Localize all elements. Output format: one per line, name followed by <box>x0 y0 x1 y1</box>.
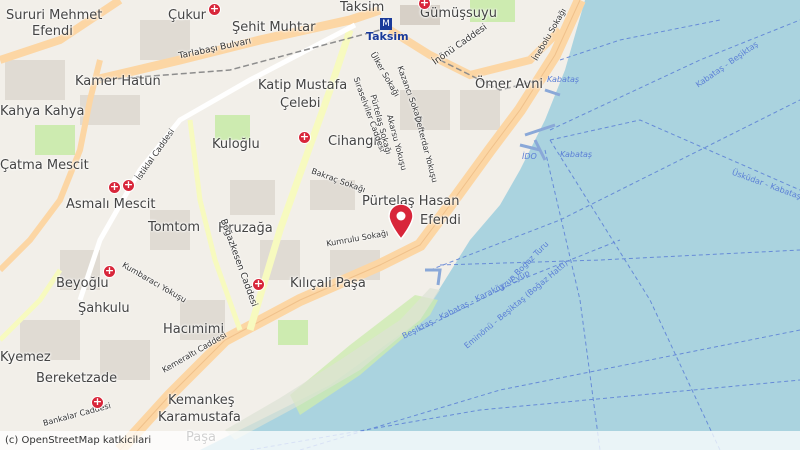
hospital-icon[interactable]: + <box>122 179 135 192</box>
inonu-road <box>387 26 563 80</box>
hospital-icon[interactable]: + <box>252 278 265 291</box>
location-marker-icon[interactable] <box>388 204 414 240</box>
hospital-icon[interactable]: + <box>108 181 121 194</box>
hospital-icon[interactable]: + <box>103 265 116 278</box>
bogazkesen-road <box>187 119 243 331</box>
hospital-icon[interactable]: + <box>208 3 221 16</box>
map-canvas[interactable]: Sururi Mehmet Efendi Çukur Şehit Muhtar … <box>0 0 800 450</box>
metro-icon: M <box>380 18 392 30</box>
attribution-text: (c) OpenStreetMap katkicilari <box>0 431 800 450</box>
hospital-icon[interactable]: + <box>298 131 311 144</box>
taksim-metro-label: Taksim <box>366 30 409 43</box>
hospital-icon[interactable]: + <box>91 396 104 409</box>
istiklal-road <box>77 22 357 301</box>
